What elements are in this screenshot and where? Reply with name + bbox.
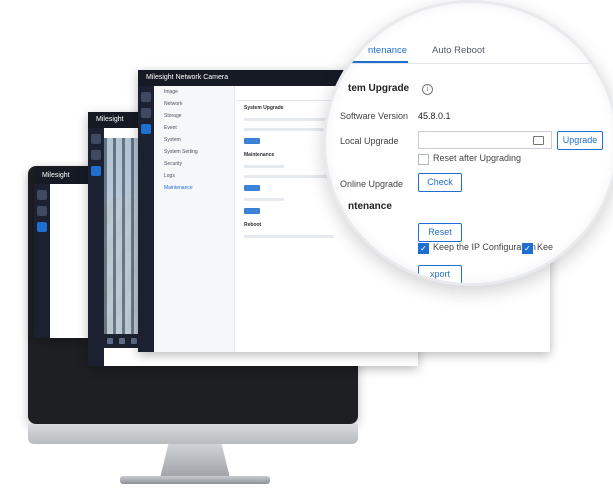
software-version-value: 45.8.0.1 bbox=[418, 111, 451, 121]
local-upgrade-file-input[interactable] bbox=[418, 131, 552, 149]
sidebar-subitem-system-setting[interactable]: System Setting bbox=[154, 146, 234, 158]
placeholder-row bbox=[244, 165, 284, 168]
left-nav bbox=[34, 184, 50, 338]
reset-after-upgrading-checkbox[interactable] bbox=[418, 154, 429, 165]
check-button[interactable]: Check bbox=[418, 173, 462, 192]
live-view-icon[interactable] bbox=[141, 92, 151, 102]
keep-ip-checkbox[interactable]: ✓ bbox=[418, 243, 429, 254]
tab-maintenance[interactable]: ntenance bbox=[368, 45, 407, 56]
sidebar-subitem-logs[interactable]: Logs bbox=[154, 170, 234, 182]
tab-auto-reboot[interactable]: Auto Reboot bbox=[432, 45, 485, 56]
sidebar-subitem-security[interactable]: Security bbox=[154, 158, 234, 170]
playback-icon[interactable] bbox=[141, 108, 151, 118]
background-window-1: Milesight bbox=[34, 168, 94, 338]
settings-icon[interactable] bbox=[141, 124, 151, 134]
check-button-small[interactable] bbox=[244, 138, 260, 144]
window-topbar: Milesight bbox=[34, 168, 94, 184]
settings-sidebar: Image Network Storage Event System Syste… bbox=[154, 86, 235, 352]
sidebar-subitem-maintenance[interactable]: Maintenance bbox=[154, 182, 234, 194]
logo-text: Milesight bbox=[42, 172, 70, 179]
maintenance-tabs: ntenance Auto Reboot bbox=[326, 35, 613, 64]
folder-icon[interactable] bbox=[533, 136, 544, 145]
software-version-label: Software Version bbox=[340, 111, 409, 121]
left-nav bbox=[138, 86, 154, 352]
sidebar-item-system[interactable]: System bbox=[154, 134, 234, 146]
left-nav bbox=[88, 128, 104, 366]
imac-chin bbox=[28, 424, 358, 444]
home-icon[interactable] bbox=[37, 190, 47, 200]
placeholder-row bbox=[244, 128, 334, 131]
settings-icon[interactable] bbox=[91, 166, 101, 176]
stream-icon[interactable] bbox=[107, 338, 113, 344]
magnifier-callout: ntenance Auto Reboot tem Upgrade i Softw… bbox=[323, 0, 613, 286]
local-upgrade-label: Local Upgrade bbox=[340, 136, 399, 146]
placeholder-row bbox=[244, 235, 334, 238]
sidebar-item-image[interactable]: Image bbox=[154, 86, 234, 98]
reset-button[interactable]: Reset bbox=[418, 223, 462, 242]
placeholder-row bbox=[244, 175, 334, 178]
keep-second-checkbox[interactable]: ✓ bbox=[522, 243, 533, 254]
imac-stand bbox=[160, 444, 230, 478]
keep-ip-label: Keep the IP Configuration bbox=[433, 242, 536, 252]
online-upgrade-label: Online Upgrade bbox=[340, 179, 404, 189]
imac-stand-foot bbox=[120, 476, 270, 484]
logo-text: Milesight bbox=[146, 74, 174, 81]
record-icon[interactable] bbox=[131, 338, 137, 344]
reset-button-small[interactable] bbox=[244, 185, 260, 191]
maintenance-heading: ntenance bbox=[348, 201, 392, 212]
placeholder-row bbox=[244, 118, 334, 121]
live-view-icon[interactable] bbox=[91, 134, 101, 144]
playback-icon[interactable] bbox=[37, 206, 47, 216]
export-button-small[interactable] bbox=[244, 208, 260, 214]
info-icon: i bbox=[422, 84, 433, 95]
placeholder-row bbox=[244, 198, 284, 201]
keep-second-label: Kee bbox=[537, 242, 554, 252]
active-tab-indicator bbox=[326, 61, 408, 63]
app-title: Network Camera bbox=[175, 74, 229, 81]
sidebar-item-network[interactable]: Network bbox=[154, 98, 234, 110]
export-button[interactable]: xport bbox=[418, 265, 462, 283]
system-upgrade-heading: tem Upgrade bbox=[348, 83, 410, 94]
logo-text: Milesight bbox=[96, 116, 124, 123]
playback-icon[interactable] bbox=[91, 150, 101, 160]
snapshot-icon[interactable] bbox=[119, 338, 125, 344]
settings-icon[interactable] bbox=[37, 222, 47, 232]
sidebar-item-storage[interactable]: Storage bbox=[154, 110, 234, 122]
upgrade-button[interactable]: Upgrade bbox=[557, 131, 603, 150]
reset-after-upgrading-label: Reset after Upgrading bbox=[433, 153, 522, 163]
sidebar-item-event[interactable]: Event bbox=[154, 122, 234, 134]
